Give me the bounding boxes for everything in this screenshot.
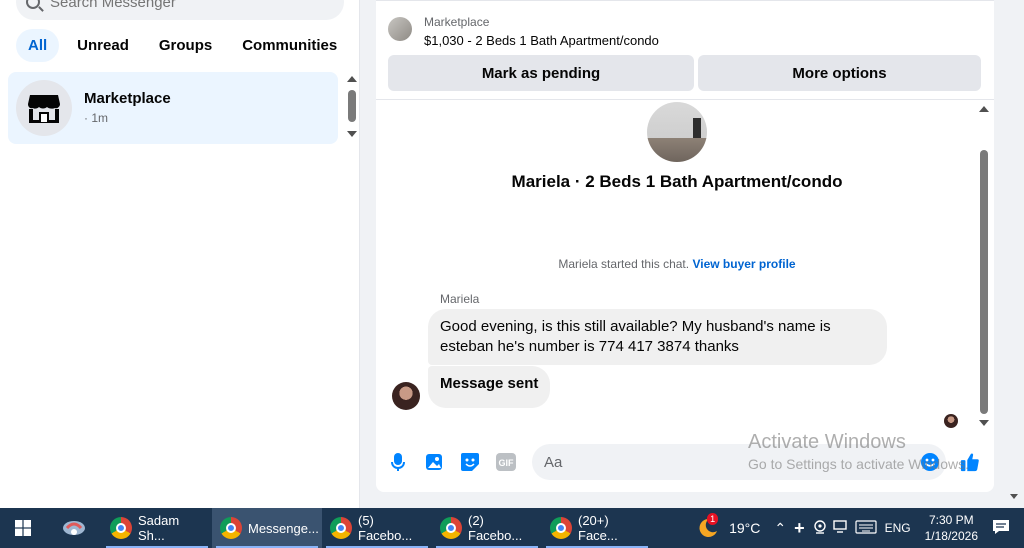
marketplace-listing-header: Marketplace $1,030 - 2 Beds 1 Bath Apart… [376,0,994,100]
taskbar-app-facebook-2[interactable]: (2) Facebo... [432,508,542,548]
filter-tabs: All Unread Groups Communities [16,29,349,62]
taskbar-app-label: (5) Facebo... [358,513,413,543]
photo-icon[interactable] [424,452,444,472]
chat-started-notice: Mariela started this chat. View buyer pr… [376,257,978,271]
keyboard-icon[interactable] [854,519,877,537]
clock-date: 1/18/2026 [924,529,978,543]
conversation-name: Marketplace [84,90,171,107]
taskbar-app-sadam[interactable]: Sadam Sh... [102,508,212,548]
activate-windows-watermark: Activate Windows Go to Settings to activ… [748,431,969,472]
watermark-title: Activate Windows [748,431,906,453]
temperature: 19°C [729,520,761,536]
mark-as-pending-button[interactable]: Mark as pending [388,55,694,91]
sender-name: Mariela [440,292,480,306]
search-input[interactable] [50,0,330,11]
scroll-up-arrow[interactable] [347,76,357,82]
filter-groups[interactable]: Groups [147,29,224,62]
listing-photo-detail [693,118,701,138]
chat-scrollbar[interactable] [980,150,988,414]
system-tray: 1 19°C ⌃ + ENG 7:30 PM 1/18/2026 [695,508,1024,548]
network-icon[interactable] [832,519,849,537]
seen-receipt-avatar [944,414,958,428]
watermark-subtitle: Go to Settings to activate Windows. [748,456,969,472]
system-clock[interactable]: 7:30 PM 1/18/2026 [925,512,978,544]
chrome-icon [550,517,572,539]
feedback-app-icon [63,521,85,535]
windows-logo-icon [15,520,31,536]
gif-icon[interactable]: GIF [496,452,516,472]
plus-icon[interactable]: + [794,518,805,539]
filter-communities[interactable]: Communities [230,29,349,62]
taskbar-app-label: (20+) Face... [578,513,618,543]
view-buyer-profile-link[interactable]: View buyer profile [692,257,795,271]
notification-icon[interactable] [992,519,1010,538]
webcam-icon[interactable] [813,519,827,537]
chevron-up-icon[interactable]: ⌃ [774,520,786,537]
message-bubble[interactable]: Message sent [428,366,551,408]
chrome-icon [110,517,132,539]
filter-unread[interactable]: Unread [65,29,141,62]
conversation-time: · 1m [84,111,108,125]
filter-all[interactable]: All [16,29,60,62]
marketplace-store-icon [28,95,60,123]
chat-title: Mariela · 2 Beds 1 Bath Apartment/condo [511,172,843,191]
listing-thumbnail[interactable] [388,17,412,41]
scroll-down-arrow[interactable] [347,131,357,137]
more-options-button[interactable]: More options [698,55,981,91]
language-indicator[interactable]: ENG [885,521,911,535]
conversation-sidebar: All Unread Groups Communities Marketplac… [0,0,360,508]
page-scroll-down-arrow[interactable] [1010,494,1018,499]
chrome-icon [220,517,242,539]
chat-panel: Marketplace $1,030 - 2 Beds 1 Bath Apart… [376,0,994,492]
start-button[interactable] [0,508,46,548]
marketplace-label: Marketplace [424,15,490,29]
sidebar-scrollbar[interactable] [348,90,356,122]
chrome-icon [440,517,462,539]
sticker-icon[interactable] [460,452,480,472]
search-icon [26,0,40,9]
taskbar-app-messenger[interactable]: Messenge... [212,508,322,548]
taskbar-app-facebook-5[interactable]: (5) Facebo... [322,508,432,548]
taskbar-app-label: (2) Facebo... [468,513,523,543]
windows-taskbar: Sadam Sh... Messenge... (5) Facebo... (2… [0,508,1024,548]
search-bar[interactable] [16,0,344,20]
taskbar-app-label: Sadam Sh... [138,513,180,543]
sender-avatar[interactable] [392,382,420,410]
listing-photo[interactable] [647,102,707,162]
microphone-icon[interactable] [388,452,408,472]
listing-title[interactable]: $1,030 - 2 Beds 1 Bath Apartment/condo [424,33,659,48]
svg-text:GIF: GIF [499,458,515,468]
taskbar-app-label: Messenge... [248,520,319,536]
started-text: Mariela started this chat. [558,257,690,271]
conversation-item-marketplace[interactable]: Marketplace · 1m [8,72,338,144]
taskbar-pinned-app[interactable] [46,508,102,548]
chrome-icon [330,517,352,539]
chat-scroll-down-arrow[interactable] [979,420,989,426]
message-bubble[interactable]: Good evening, is this still available? M… [428,309,887,365]
taskbar-app-facebook-20[interactable]: (20+) Face... [542,508,652,548]
chat-scroll-up-arrow[interactable] [979,106,989,112]
weather-alert-badge: 1 [707,513,719,525]
clock-time: 7:30 PM [928,513,974,527]
marketplace-avatar [16,80,72,136]
weather-widget[interactable]: 1 19°C [695,513,761,539]
